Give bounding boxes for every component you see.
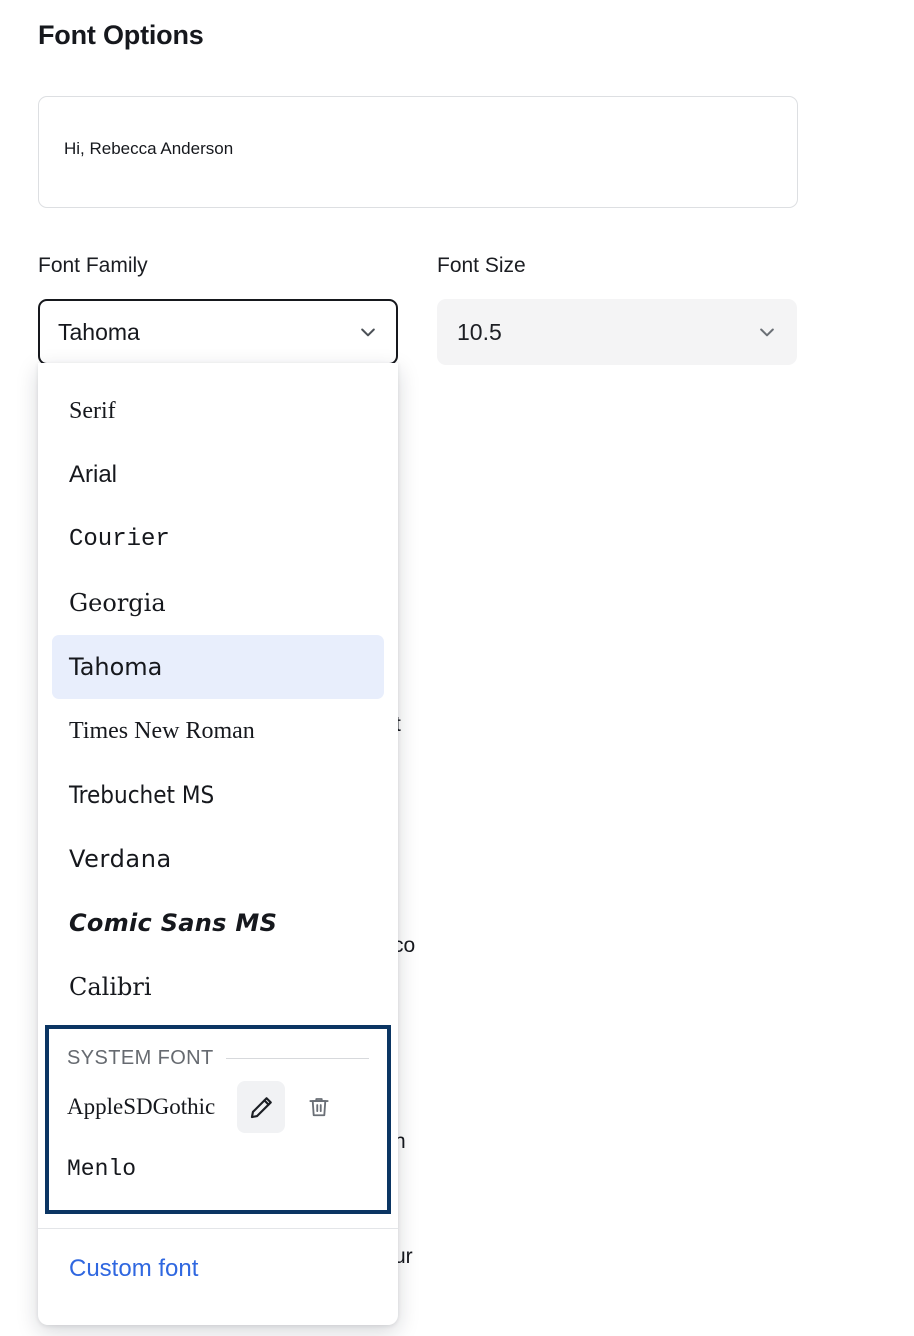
- list-item[interactable]: Serif: [52, 379, 384, 443]
- system-font-group-header: SYSTEM FONT: [49, 1035, 387, 1076]
- group-divider: [225, 1058, 369, 1059]
- chevron-down-icon: [757, 322, 777, 342]
- list-item[interactable]: AppleSDGothic: [49, 1076, 387, 1138]
- list-item[interactable]: Georgia: [52, 571, 384, 635]
- trash-icon: [306, 1094, 332, 1120]
- preview-text: Hi, Rebecca Anderson: [64, 139, 234, 158]
- system-font-name: Menlo: [67, 1156, 137, 1182]
- list-item[interactable]: Tahoma: [52, 635, 384, 699]
- font-options-page: Font Options Hi, Rebecca Anderson Font F…: [0, 0, 914, 1336]
- font-family-select[interactable]: Tahoma: [38, 299, 398, 365]
- list-item[interactable]: Comic Sans MS: [52, 891, 384, 955]
- row-actions: [237, 1081, 343, 1133]
- custom-font-link[interactable]: Custom font: [38, 1229, 398, 1283]
- list-item[interactable]: Times New Roman: [52, 699, 384, 763]
- font-size-selected-value: 10.5: [457, 318, 502, 345]
- page-title: Font Options: [38, 20, 204, 50]
- list-item[interactable]: Menlo: [49, 1138, 387, 1200]
- font-family-dropdown-menu[interactable]: Serif Arial Courier Georgia Tahoma Times New …: [38, 363, 398, 1325]
- list-item[interactable]: Courier: [52, 507, 384, 571]
- edit-font-button[interactable]: [237, 1081, 286, 1133]
- list-item[interactable]: Verdana: [52, 827, 384, 891]
- pencil-icon: [248, 1094, 275, 1121]
- list-item[interactable]: Arial: [52, 443, 384, 507]
- system-font-group[interactable]: SYSTEM FONT AppleSDGothic Menlo: [45, 1025, 391, 1214]
- system-font-name: AppleSDGothic: [67, 1094, 216, 1119]
- chevron-down-icon: [358, 322, 378, 342]
- font-family-selected-value: Tahoma: [58, 318, 140, 345]
- font-preview-box: Hi, Rebecca Anderson: [38, 96, 798, 208]
- font-option-list: Serif Arial Courier Georgia Tahoma Times New …: [38, 363, 398, 1019]
- font-size-select[interactable]: 10.5: [437, 299, 797, 365]
- list-item[interactable]: Trebuchet MS: [52, 763, 384, 827]
- system-font-group-title: SYSTEM FONT: [67, 1047, 214, 1069]
- font-family-label: Font Family: [38, 254, 148, 277]
- list-item[interactable]: Calibri: [52, 955, 384, 1019]
- delete-font-button[interactable]: [295, 1081, 343, 1133]
- font-size-label: Font Size: [437, 254, 526, 277]
